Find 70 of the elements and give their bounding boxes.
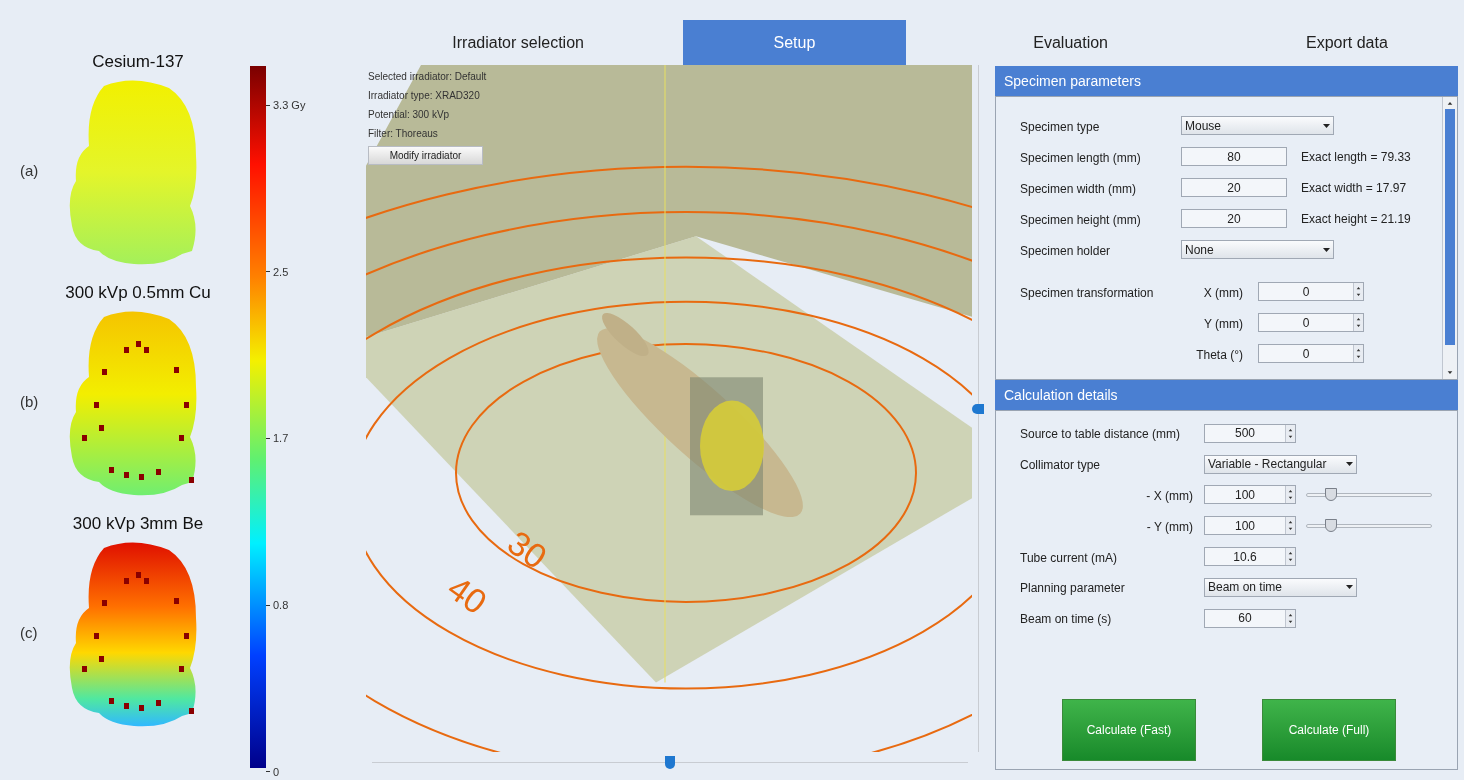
horizontal-slider[interactable] (372, 756, 968, 770)
field-label: Source to table distance (mm) (1020, 427, 1181, 442)
spinner-field[interactable]: 60 (1204, 608, 1296, 628)
caret-icon (1346, 585, 1353, 590)
tab[interactable]: Export data (1235, 20, 1458, 65)
slider[interactable] (1306, 518, 1432, 533)
dropdown[interactable]: Beam on time (1204, 577, 1357, 597)
tick-label: 3.3 Gy (273, 98, 306, 113)
dropdown[interactable]: Mouse (1181, 116, 1334, 135)
spinner-field[interactable]: 0 (1258, 344, 1364, 363)
spinner-field[interactable]: 0 (1258, 282, 1364, 301)
exact-value-text: Exact height = 21.19 (1301, 210, 1411, 228)
map-title: Cesium-137 (92, 51, 184, 74)
field-label: Specimen height (mm) (1020, 212, 1141, 227)
map-label: (c) (20, 624, 38, 641)
tab[interactable]: Evaluation (959, 20, 1182, 65)
field-label: Y (mm) (1203, 316, 1243, 331)
tick-label: 2.5 (273, 264, 289, 280)
panel-header: Specimen parameters (995, 66, 1458, 96)
panel-header: Calculation details (995, 380, 1458, 410)
slider-thumb[interactable] (665, 756, 675, 769)
slider[interactable] (1306, 488, 1432, 502)
map-label: (a) (20, 162, 39, 179)
field-label: Specimen holder (1020, 243, 1111, 258)
spinner-field[interactable]: 0 (1258, 313, 1364, 332)
spinner-field[interactable]: 100 (1204, 516, 1296, 536)
tick-label: 1.7 (273, 431, 289, 447)
field-label: Collimator type (1020, 458, 1101, 473)
tab[interactable]: Irradiator selection (407, 20, 630, 65)
field-label: Planning parameter (1020, 581, 1125, 596)
exact-value-text: Exact length = 79.33 (1301, 148, 1411, 166)
scrollbar[interactable] (1442, 97, 1457, 379)
irradiator-info-text: Potential: 300 kVp (368, 108, 451, 122)
dropdown[interactable]: None (1181, 240, 1334, 259)
caret-icon (1323, 247, 1330, 252)
slider-thumb[interactable] (1325, 488, 1338, 501)
field-label: Specimen type (1020, 119, 1100, 134)
input-field[interactable]: 20 (1181, 209, 1287, 228)
field-label: - X (mm) (1146, 489, 1193, 503)
spinner-field[interactable]: 10.6 (1204, 547, 1296, 567)
irradiator-info-text: Filter: Thoreaus (368, 127, 439, 141)
dropdown[interactable]: Variable - Rectangular (1204, 454, 1357, 474)
vertical-slider[interactable] (972, 65, 986, 752)
tick-label: 0 (273, 764, 280, 780)
ring-label: 40 (441, 568, 494, 622)
exact-value-text: Exact width = 17.97 (1301, 179, 1407, 197)
caret-icon (1323, 123, 1330, 128)
slider-thumb[interactable] (972, 403, 984, 414)
slider-thumb[interactable] (1325, 518, 1338, 532)
field-label: Theta (°) (1196, 347, 1243, 362)
map-label: (b) (20, 393, 39, 410)
field-label: Specimen width (mm) (1020, 181, 1137, 196)
tick-label: 0.8 (273, 597, 289, 613)
field-label: X (mm) (1203, 285, 1243, 300)
field-label: Specimen length (mm) (1020, 150, 1141, 165)
field-label: Specimen transformation (1020, 285, 1154, 300)
irradiator-info-text: Irradiator type: XRAD320 (368, 89, 481, 103)
field-label: Tube current (mA) (1020, 550, 1117, 565)
field-label: - Y (mm) (1146, 519, 1193, 534)
tab[interactable]: Setup (683, 20, 906, 65)
modify-irradiator-button[interactable]: Modify irradiator (368, 146, 483, 165)
field-label: Beam on time (s) (1020, 612, 1112, 627)
spinner-field[interactable]: 100 (1204, 485, 1296, 505)
input-field[interactable]: 20 (1181, 178, 1287, 197)
ring-label: 30 (501, 523, 554, 577)
spinner-field[interactable]: 500 (1204, 423, 1296, 443)
map-title: 300 kVp 3mm Be (72, 513, 204, 536)
map-title: 300 kVp 0.5mm Cu (65, 282, 211, 305)
caret-icon (1346, 462, 1353, 467)
input-field[interactable]: 80 (1181, 147, 1287, 166)
